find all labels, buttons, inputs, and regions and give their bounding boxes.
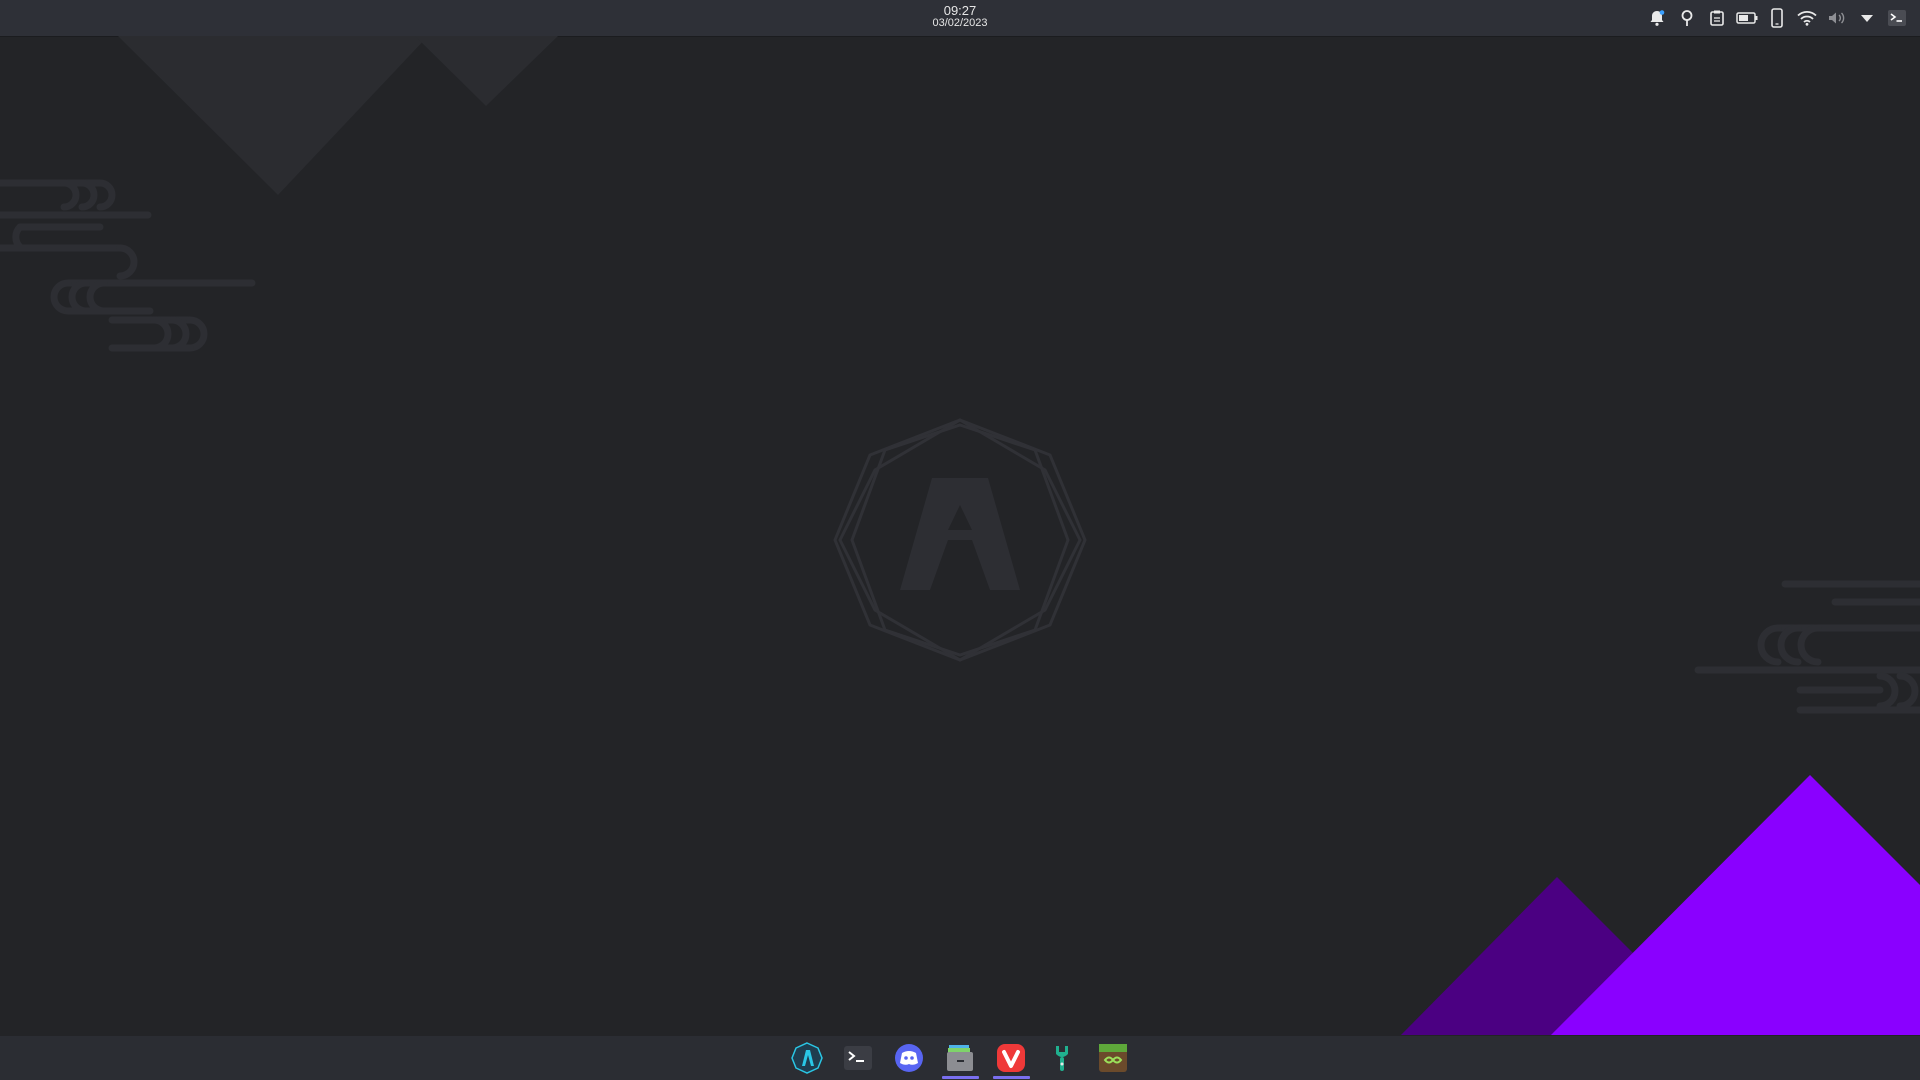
terminal-icon [844,1046,872,1070]
clock[interactable]: 09:27 03/02/2023 [0,3,1920,29]
dock-item-archcraft[interactable] [782,1036,833,1080]
location-icon[interactable] [1672,0,1702,36]
dock-item-settings[interactable] [1037,1036,1088,1080]
vivaldi-icon [997,1044,1025,1072]
notifications-icon[interactable] [1642,0,1672,36]
clock-time: 09:27 [943,3,977,18]
dock-item-vivaldi[interactable] [986,1036,1037,1080]
archcraft-icon [791,1042,823,1074]
clock-date: 03/02/2023 [932,17,988,29]
running-indicator [941,1076,979,1079]
wifi-icon[interactable] [1792,0,1822,36]
desktop-wallpaper [0,36,1920,1035]
battery-icon[interactable] [1732,0,1762,36]
phone-icon[interactable] [1762,0,1792,36]
dock [0,1036,1920,1080]
dock-item-terminal[interactable] [833,1036,884,1080]
top-panel: 09:27 03/02/2023 [0,0,1920,37]
tray-expand-icon[interactable] [1852,0,1882,36]
dock-item-minecraft[interactable] [1088,1036,1139,1080]
clipboard-icon[interactable] [1702,0,1732,36]
minecraft-icon [1099,1044,1127,1072]
running-indicator [992,1076,1030,1079]
dock-item-discord[interactable] [884,1036,935,1080]
discord-icon [895,1044,923,1072]
system-tray [1642,0,1912,36]
file-manager-icon [947,1045,973,1071]
terminal-icon[interactable] [1882,0,1912,36]
settings-wrench-icon [1056,1046,1068,1071]
volume-icon[interactable] [1822,0,1852,36]
dock-item-file-manager[interactable] [935,1036,986,1080]
